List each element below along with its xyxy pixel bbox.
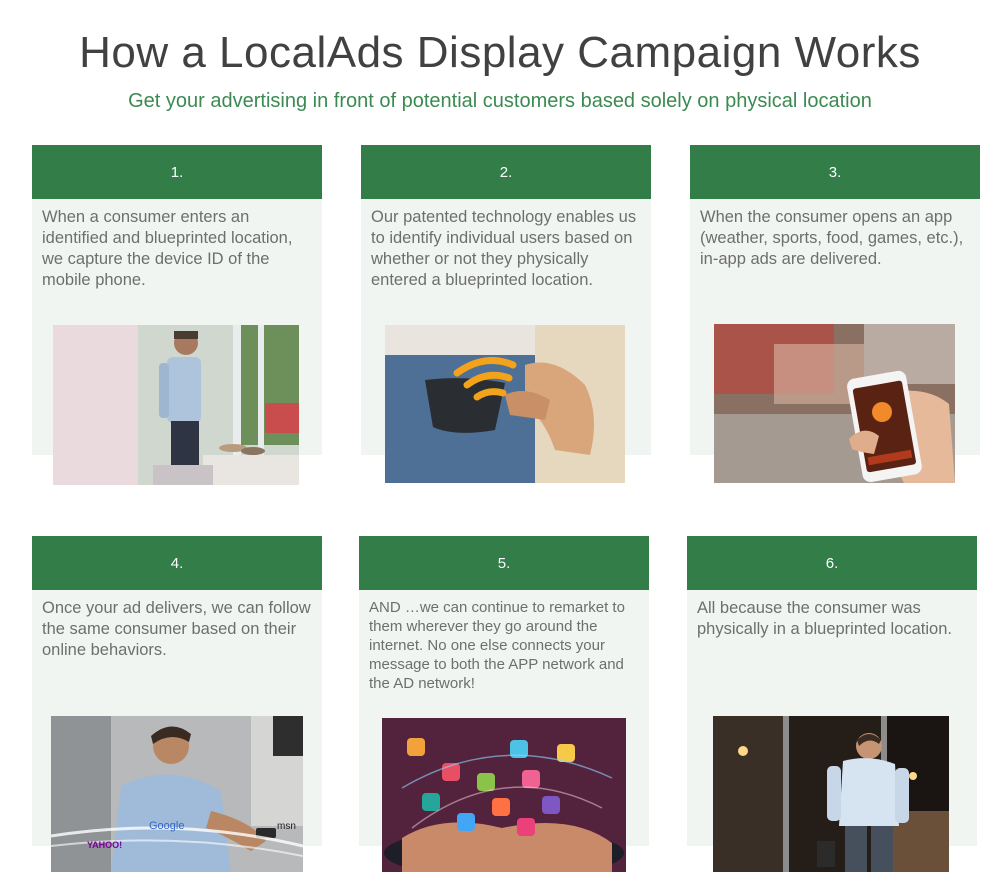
step-header: 6.: [687, 536, 977, 590]
hand-holding-phone-photo: [714, 324, 955, 483]
man-in-store-photo: [53, 325, 299, 485]
step-text: Once your ad delivers, we can follow the…: [42, 599, 311, 659]
step-number: 6.: [825, 554, 839, 572]
google-logo: Google: [149, 820, 184, 832]
step-text: When a consumer enters an identified and…: [42, 208, 293, 289]
step-text: When the consumer opens an app (weather,…: [700, 208, 964, 268]
msn-logo: msn: [277, 821, 296, 832]
step-number: 5.: [497, 554, 511, 572]
man-on-phone-photo: Google YAHOO! msn: [51, 716, 303, 872]
step-number: 1.: [170, 163, 184, 181]
step-number: 3.: [828, 163, 842, 181]
step-header: 1.: [32, 145, 322, 199]
man-exiting-store-photo: [713, 716, 949, 872]
page-title: How a LocalAds Display Campaign Works: [79, 28, 921, 77]
step-text: All because the consumer was physically …: [697, 599, 952, 638]
step-header: 2.: [361, 145, 651, 199]
step-header: 5.: [359, 536, 649, 590]
step-text: Our patented technology enables us to id…: [371, 208, 637, 289]
step-text: AND …we can continue to remarket to them…: [369, 599, 625, 692]
page-subtitle: Get your advertising in front of potenti…: [128, 90, 872, 112]
step-number: 2.: [499, 163, 513, 181]
phone-in-pocket-photo: [385, 325, 625, 483]
step-header: 3.: [690, 145, 980, 199]
step-number: 4.: [170, 554, 184, 572]
tablet-app-icons-photo: [382, 718, 626, 872]
step-header: 4.: [32, 536, 322, 590]
yahoo-logo: YAHOO!: [87, 840, 122, 850]
